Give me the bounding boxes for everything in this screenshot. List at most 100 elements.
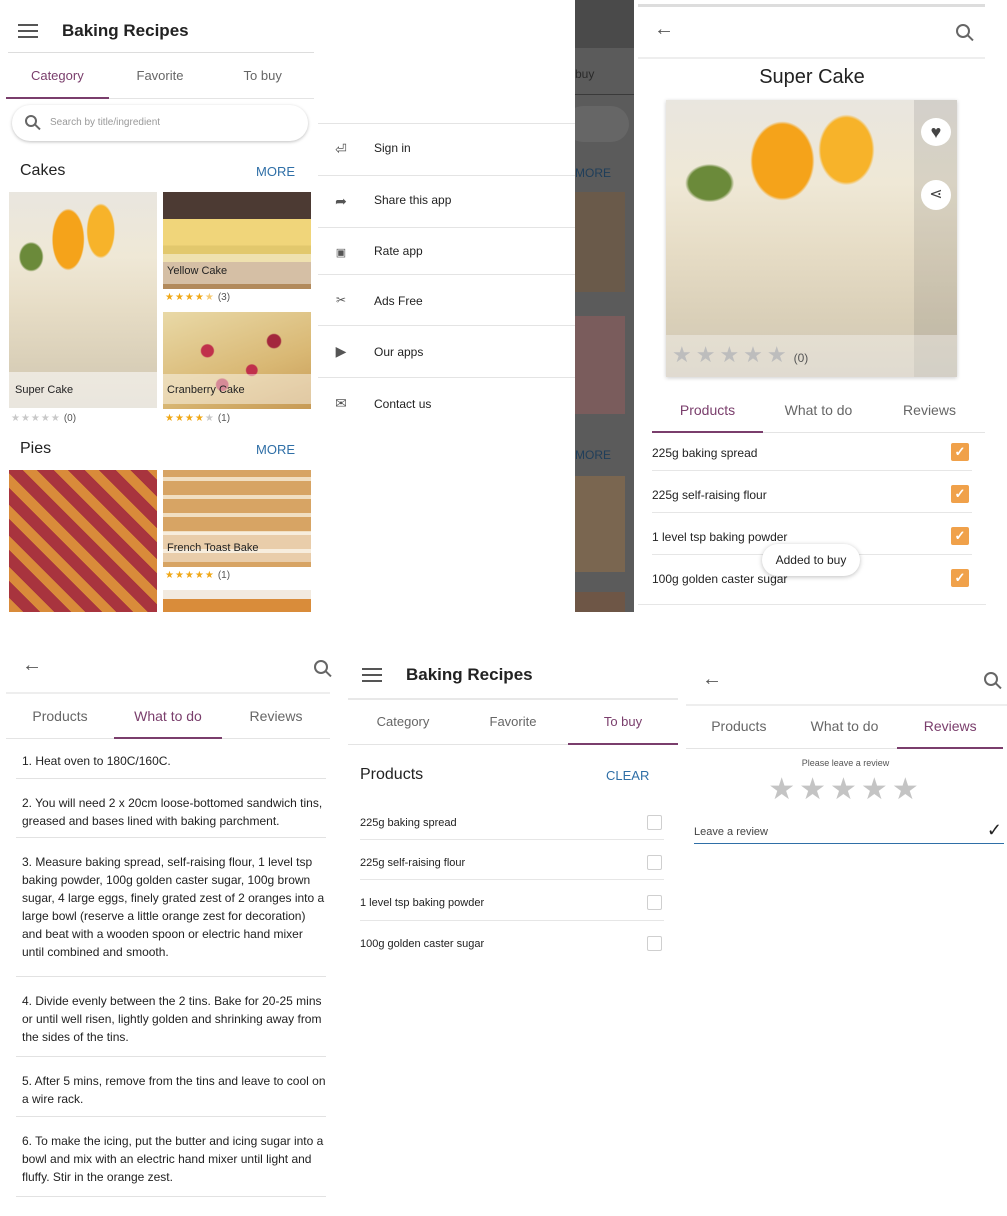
screen-reviews: ← Products What to do Reviews Please lea…: [684, 644, 1007, 1216]
sign-in-icon: ⏎: [335, 141, 347, 157]
drawer-contact-us[interactable]: ✉ Contact us: [318, 378, 575, 430]
share-button[interactable]: ⋖: [921, 180, 951, 210]
dimmed-background: buy MORE MORE: [565, 0, 634, 612]
play-icon: ▶: [335, 343, 347, 359]
recipe-name: Super Cake: [15, 384, 74, 396]
tab-category[interactable]: Category: [6, 54, 109, 99]
recipe-card-french-toast-bake[interactable]: French Toast Bake ★★★★★ (1): [163, 470, 311, 586]
rating-count: (3): [217, 292, 231, 303]
tab-favorite[interactable]: Favorite: [109, 54, 212, 98]
search-icon[interactable]: [314, 660, 328, 674]
share-icon: ➦: [335, 193, 347, 209]
screen-drawer: buy MORE MORE ⏎ Sign in ➦ Share this app…: [318, 0, 634, 612]
product-checkbox[interactable]: ✓: [951, 443, 969, 461]
recipe-image-partial[interactable]: [163, 590, 311, 612]
heart-icon: ♥: [930, 122, 942, 142]
menu-icon[interactable]: [362, 668, 382, 682]
tab-reviews[interactable]: Reviews: [897, 704, 1003, 749]
tab-products[interactable]: Products: [652, 388, 763, 433]
search-icon: [25, 115, 37, 127]
screen-recipe-detail: ← Super Cake ♥ ⋖ ★★★★★ (0) Products What …: [638, 0, 1007, 612]
behind-more-label: MORE: [575, 166, 611, 180]
product-row[interactable]: 225g self-raising flour ✓: [652, 475, 972, 513]
star-box-icon: ▣: [335, 247, 347, 259]
item-checkbox[interactable]: [647, 895, 662, 910]
tab-products[interactable]: Products: [6, 694, 114, 738]
cakes-more-button[interactable]: MORE: [256, 164, 295, 179]
main-tabs: Category Favorite To buy: [6, 54, 314, 99]
recipe-name: Yellow Cake: [167, 265, 228, 277]
recipe-card-yellow-cake[interactable]: Yellow Cake ★★★★★ (3): [163, 192, 311, 306]
back-arrow-icon[interactable]: ←: [654, 18, 674, 41]
rating-count: (1): [217, 570, 231, 581]
product-row[interactable]: 225g baking spread ✓: [652, 433, 972, 471]
main-tabs: Category Favorite To buy: [348, 700, 678, 745]
section-title-cakes: Cakes: [20, 162, 66, 179]
search-icon[interactable]: [956, 24, 970, 38]
search-input[interactable]: Search by title/ingredient: [12, 105, 308, 141]
tab-to-buy[interactable]: To buy: [568, 700, 678, 745]
pie-image[interactable]: [9, 470, 157, 612]
behind-tab-label: buy: [575, 67, 595, 81]
favorite-button[interactable]: ♥: [921, 118, 951, 146]
step-1: 1. Heat oven to 180C/160C.: [22, 754, 171, 768]
tab-what-to-do[interactable]: What to do: [763, 388, 874, 432]
step-2: 2. You will need 2 x 20cm loose-bottomed…: [22, 796, 323, 828]
app-title: Baking Recipes: [62, 21, 189, 40]
rating-count: (0): [63, 413, 77, 424]
search-icon[interactable]: [984, 672, 998, 686]
recipe-title: Super Cake: [759, 66, 865, 88]
tab-to-buy[interactable]: To buy: [211, 54, 314, 98]
tab-what-to-do[interactable]: What to do: [114, 694, 222, 739]
to-buy-row[interactable]: 100g golden caster sugar: [360, 929, 664, 965]
mail-icon: ✉: [335, 395, 347, 411]
toast-added-to-buy: Added to buy: [762, 544, 860, 576]
product-checkbox[interactable]: ✓: [951, 485, 969, 503]
recipe-name: French Toast Bake: [167, 542, 259, 554]
drawer-sign-in[interactable]: ⏎ Sign in: [318, 124, 575, 176]
tab-favorite[interactable]: Favorite: [458, 700, 568, 744]
item-checkbox[interactable]: [647, 936, 662, 951]
back-arrow-icon[interactable]: ←: [22, 654, 42, 677]
recipe-name: Cranberry Cake: [167, 384, 245, 396]
share-icon: ⋖: [929, 186, 943, 203]
navigation-drawer: ⏎ Sign in ➦ Share this app ▣ Rate app ✂ …: [318, 0, 575, 612]
item-checkbox[interactable]: [647, 855, 662, 870]
tab-products[interactable]: Products: [686, 704, 792, 748]
products-heading: Products: [360, 766, 424, 783]
step-6: 6. To make the icing, put the butter and…: [22, 1134, 324, 1184]
review-input[interactable]: Leave a review ✓: [694, 820, 1004, 844]
pies-more-button[interactable]: MORE: [256, 442, 295, 457]
drawer-rate-app[interactable]: ▣ Rate app: [318, 228, 575, 275]
drawer-ads-free[interactable]: ✂ Ads Free: [318, 275, 575, 326]
recipe-card-cranberry-cake[interactable]: Cranberry Cake ★★★★★ (1): [163, 312, 311, 428]
search-placeholder: Search by title/ingredient: [50, 117, 161, 128]
tab-reviews[interactable]: Reviews: [874, 388, 985, 432]
to-buy-row[interactable]: 1 level tsp baking powder: [360, 888, 664, 924]
back-arrow-icon[interactable]: ←: [702, 668, 722, 691]
tab-reviews[interactable]: Reviews: [222, 694, 330, 738]
clear-button[interactable]: CLEAR: [606, 768, 649, 783]
step-3: 3. Measure baking spread, self-raising f…: [22, 855, 325, 959]
rating-stars: ★★★★★ (1): [165, 413, 231, 424]
recipe-rating-stars[interactable]: ★★★★★ (0): [672, 342, 808, 368]
tab-what-to-do[interactable]: What to do: [792, 704, 898, 748]
recipe-card-super-cake[interactable]: Super Cake ★★★★★ (0): [9, 192, 157, 428]
item-checkbox[interactable]: [647, 815, 662, 830]
product-checkbox[interactable]: ✓: [951, 569, 969, 587]
recipe-tabs: Products What to do Reviews: [686, 704, 1003, 749]
drawer-share-app[interactable]: ➦ Share this app: [318, 176, 575, 228]
rating-stars: ★★★★★ (0): [11, 413, 77, 424]
submit-check-icon[interactable]: ✓: [987, 820, 1002, 841]
rating-count: (0): [793, 351, 809, 365]
tab-category[interactable]: Category: [348, 700, 458, 744]
screen-to-buy: Baking Recipes Category Favorite To buy …: [344, 644, 680, 1216]
app-title: Baking Recipes: [406, 665, 533, 684]
step-5: 5. After 5 mins, remove from the tins an…: [22, 1074, 326, 1106]
product-checkbox[interactable]: ✓: [951, 527, 969, 545]
app-bar: Baking Recipes: [344, 644, 680, 706]
review-rating-stars[interactable]: ★★★★★: [684, 772, 1007, 807]
drawer-our-apps[interactable]: ▶ Our apps: [318, 326, 575, 378]
behind-more-label-2: MORE: [575, 448, 611, 462]
menu-icon[interactable]: [18, 24, 38, 38]
